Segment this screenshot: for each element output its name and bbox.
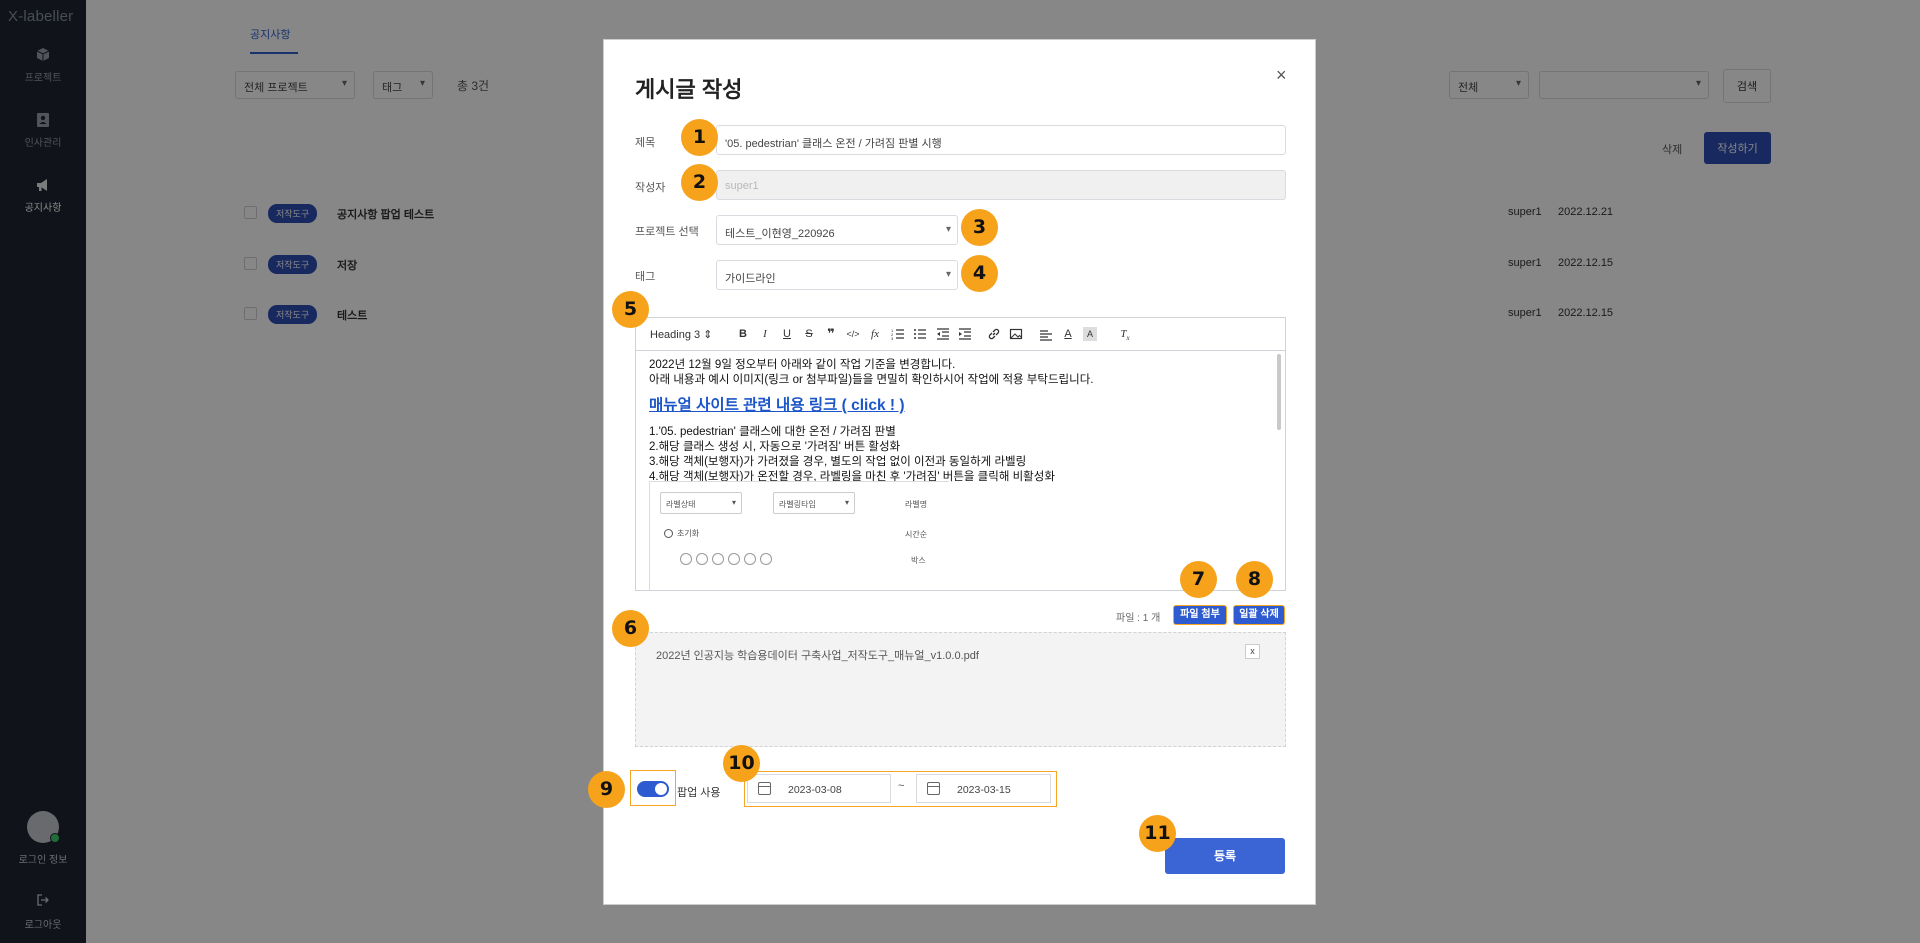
author-input: super1	[716, 170, 1286, 200]
end-date-field[interactable]: 2023-03-15	[916, 774, 1051, 803]
marker-6: 6	[612, 610, 649, 647]
clear-format-icon[interactable]: Tx	[1118, 327, 1132, 342]
embedded-screenshot: 라벨상태 라벨링타입 라벨명 초기화 시간순 박스	[649, 481, 949, 590]
title-label: 제목	[635, 137, 656, 149]
embed-reset: 초기화	[664, 528, 699, 539]
embed-tool-icon	[680, 553, 692, 565]
marker-1: 1	[681, 119, 718, 156]
editor-content[interactable]: 2022년 12월 9일 정오부터 아래와 같이 작업 기준을 변경합니다. 아…	[649, 358, 1269, 485]
embed-tool-icon	[728, 553, 740, 565]
author-label: 작성자	[635, 182, 666, 194]
marker-5: 5	[612, 291, 649, 328]
content-line: 1.'05. pedestrian' 클래스에 대한 온전 / 가려짐 판별	[649, 426, 896, 438]
outdent-icon[interactable]	[936, 327, 950, 341]
close-button[interactable]: ×	[1276, 65, 1287, 86]
marker-11: 11	[1139, 815, 1176, 852]
svg-text:3: 3	[891, 336, 894, 341]
embed-label-state-select: 라벨상태	[660, 492, 742, 514]
content-line: 아래 내용과 예시 이미지(링크 or 첨부파일)들을 면밀히 확인하시어 작업…	[649, 374, 1094, 386]
content-line: 3.해당 객체(보행자)가 가려졌을 경우, 별도의 작업 없이 이전과 동일하…	[649, 456, 1027, 468]
attached-file-name: 2022년 인공지능 학습용데이터 구축사업_저작도구_매뉴얼_v1.0.0.p…	[656, 650, 979, 662]
code-icon[interactable]: </>	[846, 327, 860, 341]
popup-label: 팝업 사용	[677, 787, 721, 799]
italic-icon[interactable]: I	[758, 327, 772, 341]
content-line: 2022년 12월 9일 정오부터 아래와 같이 작업 기준을 변경합니다.	[649, 359, 956, 371]
embed-tool-icon	[760, 553, 772, 565]
marker-9: 9	[588, 771, 625, 808]
end-date-value: 2023-03-15	[957, 784, 1011, 796]
embed-label-name: 라벨명	[905, 500, 928, 509]
calendar-icon	[758, 782, 771, 795]
background-color-icon[interactable]: A	[1083, 327, 1097, 341]
register-button[interactable]: 등록	[1165, 838, 1285, 874]
calendar-icon	[927, 782, 940, 795]
file-count: 파일 : 1 개	[1116, 613, 1161, 624]
underline-icon[interactable]: U	[780, 327, 794, 341]
modal-title: 게시글 작성	[635, 77, 743, 102]
embed-tool-icons	[680, 553, 772, 565]
start-date-value: 2023-03-08	[788, 784, 842, 796]
manual-link[interactable]: 매뉴얼 사이트 관련 내용 링크 ( click ! )	[649, 396, 1269, 416]
embed-tool-icon	[712, 553, 724, 565]
embed-box: 박스	[911, 556, 926, 565]
file-drop-area[interactable]: 2022년 인공지능 학습용데이터 구축사업_저작도구_매뉴얼_v1.0.0.p…	[635, 632, 1286, 747]
embed-sort: 시간순	[905, 530, 928, 539]
formula-icon[interactable]: fx	[868, 327, 882, 341]
marker-4: 4	[961, 255, 998, 292]
strikethrough-icon[interactable]: S	[802, 327, 816, 341]
align-icon[interactable]	[1039, 327, 1053, 341]
marker-3: 3	[961, 209, 998, 246]
marker-7: 7	[1180, 561, 1217, 598]
marker-8: 8	[1236, 561, 1273, 598]
embed-label-type-select: 라벨링타입	[773, 492, 855, 514]
attach-file-button[interactable]: 파일 첨부	[1173, 605, 1227, 625]
tag-label: 태그	[635, 271, 656, 283]
project-select[interactable]: 테스트_이현영_220926	[716, 215, 958, 245]
marker-10: 10	[723, 745, 760, 782]
bold-icon[interactable]: B	[736, 327, 750, 341]
heading-select[interactable]: Heading 3 ⇕	[650, 328, 712, 341]
marker-2: 2	[681, 164, 718, 201]
blockquote-icon[interactable]: ❞	[824, 327, 838, 341]
popup-toggle[interactable]	[637, 781, 669, 797]
editor-toolbar: Heading 3 ⇕ B I U S ❞ </> fx 123 A A Tx	[636, 318, 1285, 351]
tag-select[interactable]: 가이드라인	[716, 260, 958, 290]
start-date-field[interactable]: 2023-03-08	[747, 774, 891, 803]
popup-toggle-highlight	[630, 770, 676, 806]
ordered-list-icon[interactable]: 123	[891, 327, 905, 341]
project-select-label: 프로젝트 선택	[635, 226, 699, 238]
embed-tool-icon	[696, 553, 708, 565]
date-separator: ~	[898, 780, 905, 792]
bullet-list-icon[interactable]	[913, 327, 927, 341]
editor-scrollbar[interactable]	[1277, 354, 1281, 430]
remove-file-button[interactable]: x	[1245, 644, 1260, 659]
delete-all-button[interactable]: 일괄 삭제	[1233, 605, 1285, 625]
popup-date-range: 2023-03-08 ~ 2023-03-15	[744, 771, 1057, 807]
indent-icon[interactable]	[958, 327, 972, 341]
reset-icon	[664, 529, 673, 538]
title-input[interactable]: '05. pedestrian' 클래스 온전 / 가려짐 판별 시행	[716, 125, 1286, 155]
content-line: 2.해당 클래스 생성 시, 자동으로 '가려짐' 버튼 활성화	[649, 441, 901, 453]
embed-tool-icon	[744, 553, 756, 565]
font-color-icon[interactable]: A	[1061, 327, 1075, 341]
rich-text-editor[interactable]: Heading 3 ⇕ B I U S ❞ </> fx 123 A A Tx …	[635, 317, 1286, 591]
image-icon[interactable]	[1009, 327, 1023, 341]
link-icon[interactable]	[987, 327, 1001, 341]
